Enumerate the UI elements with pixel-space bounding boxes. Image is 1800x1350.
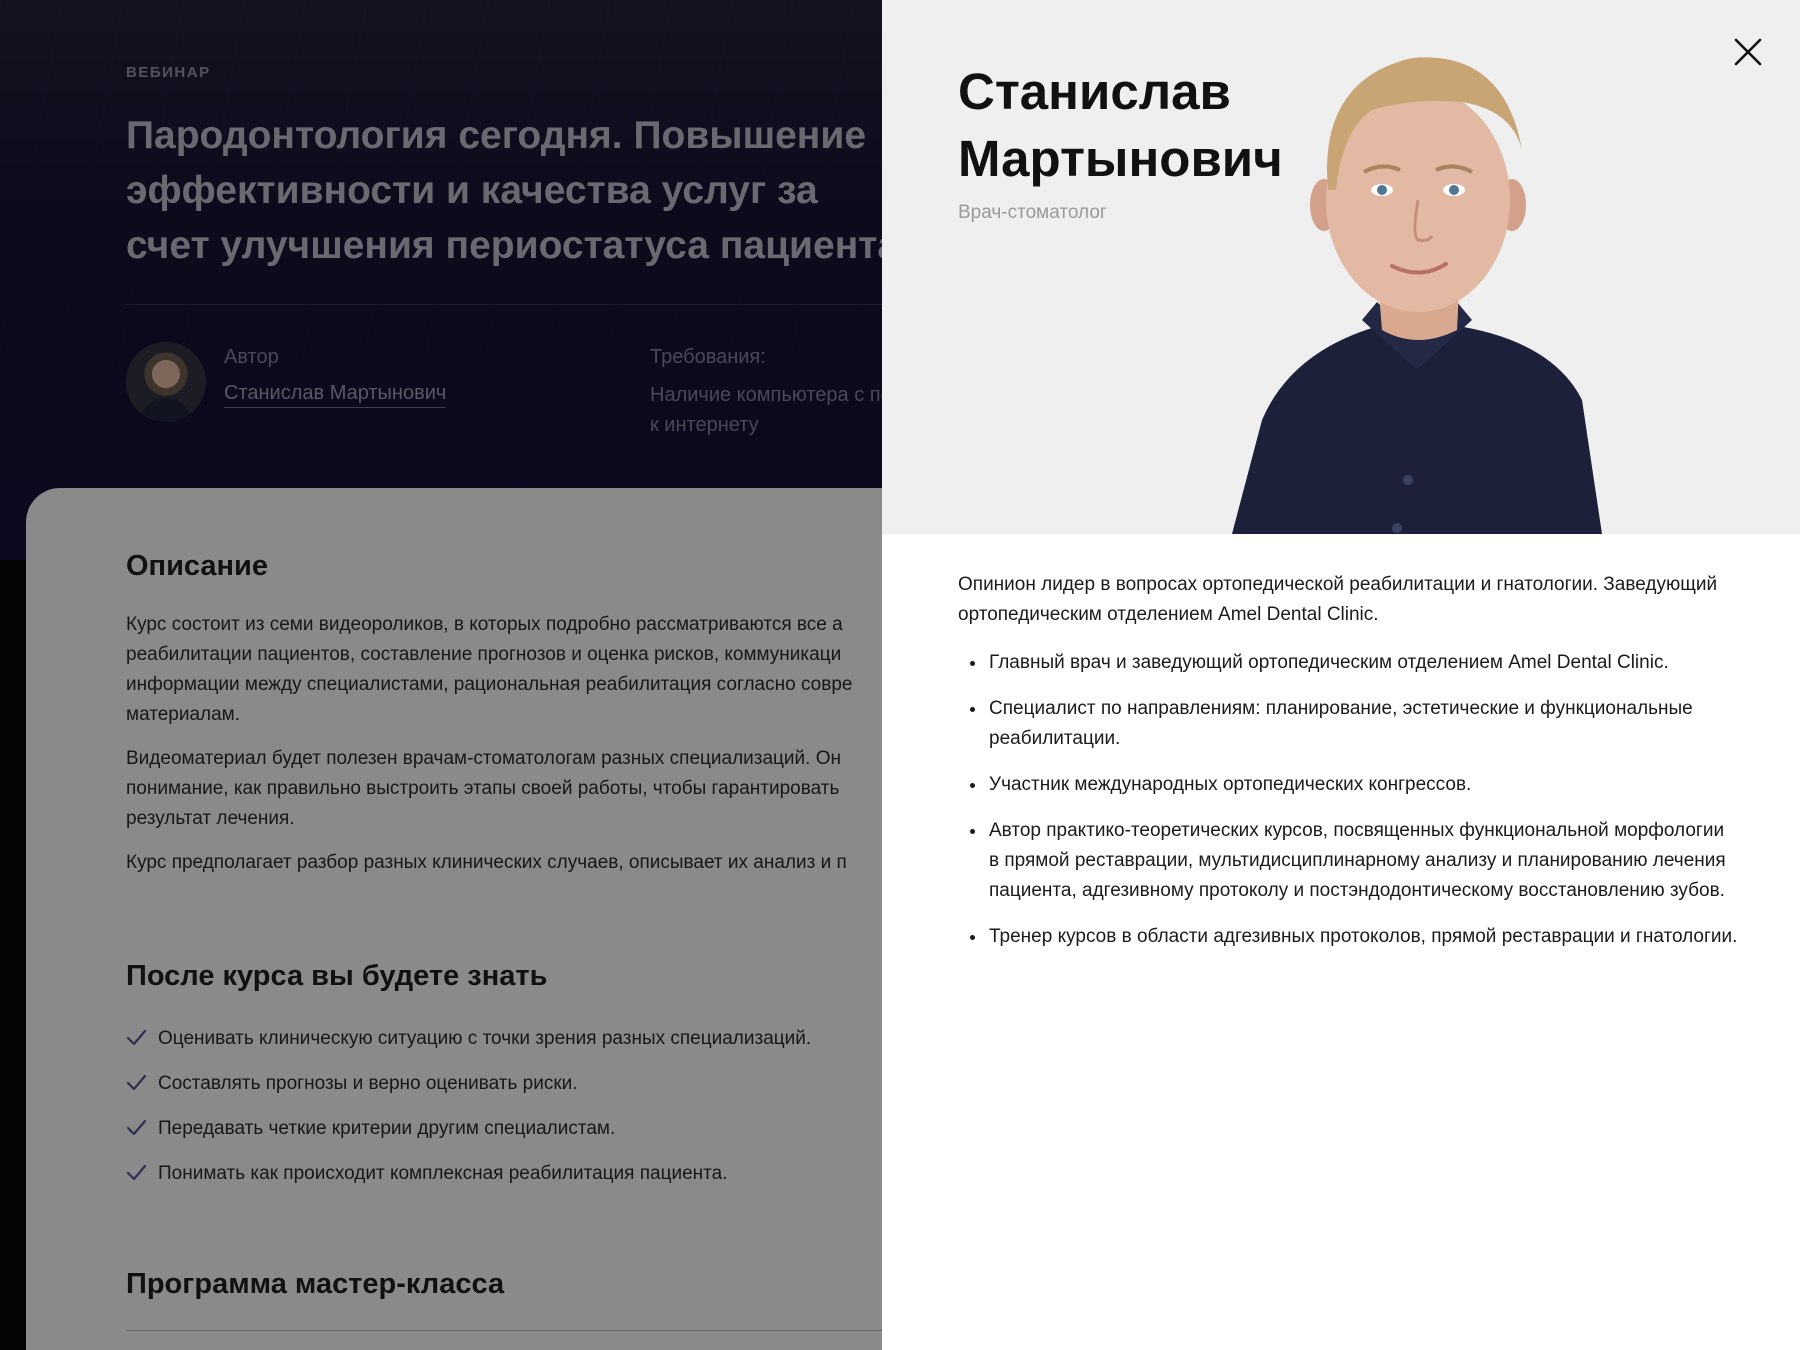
bio-list-item: Участник международных ортопедических ко… [958,770,1738,800]
bio-item-text: Тренер курсов в области адгезивных прото… [989,926,1738,947]
close-icon[interactable] [1728,32,1768,72]
bullet-icon [970,935,975,940]
bio-item-text: Специалист по направлениям: планирование… [989,698,1693,749]
speaker-header: Станислав Мартынович Врач-стоматолог [882,0,1800,534]
bullet-icon [970,661,975,666]
bio-list-item: Тренер курсов в области адгезивных прото… [958,922,1738,952]
bio-list-item: Специалист по направлениям: планирование… [958,694,1738,754]
bullet-icon [970,783,975,788]
bio-list-item: Автор практико-теоретических курсов, пос… [958,816,1738,906]
bio-item-text: Автор практико-теоретических курсов, пос… [989,820,1726,901]
speaker-bullets: Главный врач и заведующий ортопедическим… [958,648,1738,952]
bio-item-text: Главный врач и заведующий ортопедическим… [989,652,1669,673]
speaker-bio: Опинион лидер в вопросах ортопедической … [958,570,1738,968]
bio-list-item: Главный врач и заведующий ортопедическим… [958,648,1738,678]
speaker-photo [1232,57,1602,534]
bullet-icon [970,829,975,834]
bullet-icon [970,707,975,712]
bio-item-text: Участник международных ортопедических ко… [989,774,1472,795]
speaker-drawer: Станислав Мартынович Врач-стоматолог Опи… [882,0,1800,1350]
speaker-role: Врач-стоматолог [958,202,1107,223]
speaker-intro: Опинион лидер в вопросах ортопедической … [958,574,1718,625]
